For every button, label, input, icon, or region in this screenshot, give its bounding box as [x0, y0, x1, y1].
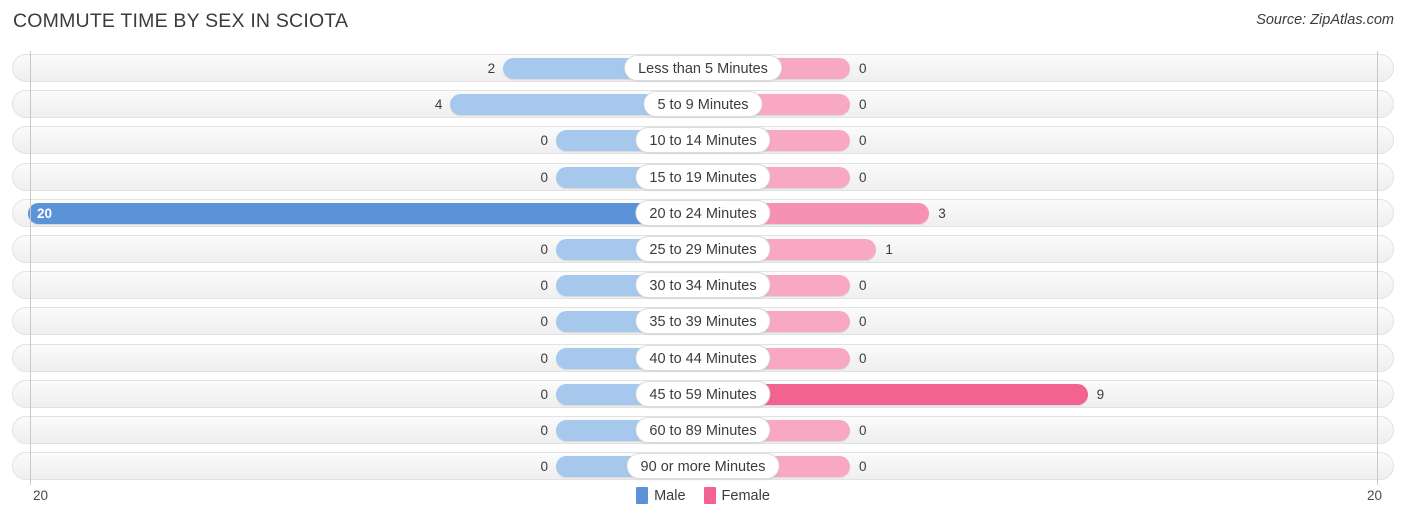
axis-line-left — [30, 51, 31, 485]
category-label-pill[interactable]: 60 to 89 Minutes — [635, 416, 771, 443]
chart-footer: 20 20 Male Female — [0, 485, 1406, 523]
female-value-label: 0 — [859, 422, 867, 438]
male-value-label: 2 — [487, 61, 496, 76]
category-label-pill[interactable]: 10 to 14 Minutes — [635, 127, 771, 154]
male-value-label: 0 — [540, 350, 548, 366]
bar-row[interactable]: 0 0 15 to 19 Minutes — [0, 160, 1406, 196]
bar-row[interactable]: 0 9 45 to 59 Minutes — [0, 377, 1406, 413]
female-value-label: 3 — [938, 205, 946, 221]
legend-label-male: Male — [654, 487, 686, 504]
category-label-pill[interactable]: 30 to 34 Minutes — [635, 272, 771, 299]
bar-row[interactable]: 0 1 25 to 29 Minutes — [0, 232, 1406, 268]
category-label-pill[interactable]: 20 to 24 Minutes — [635, 199, 771, 226]
category-label-pill[interactable]: 45 to 59 Minutes — [635, 380, 771, 407]
bar-row[interactable]: 0 0 60 to 89 Minutes — [0, 413, 1406, 449]
female-value-label: 0 — [859, 350, 867, 366]
female-value-label: 0 — [859, 97, 867, 113]
female-swatch-icon — [703, 487, 716, 504]
female-value-label: 0 — [859, 278, 867, 294]
male-value-label: 4 — [434, 97, 443, 113]
male-value-label: 0 — [540, 241, 548, 257]
chart-page: COMMUTE TIME BY SEX IN SCIOTA Source: Zi… — [0, 0, 1406, 523]
page-title: COMMUTE TIME BY SEX IN SCIOTA — [13, 10, 349, 32]
male-bar[interactable] — [28, 202, 703, 224]
legend-item-male[interactable]: Male — [636, 487, 686, 504]
chart-plot-area: 2 0 Less than 5 Minutes 4 0 5 to 9 Minutes 0 0 1… — [0, 51, 1406, 485]
bar-row[interactable]: 20 3 20 to 24 Minutes — [0, 196, 1406, 232]
chart-header: COMMUTE TIME BY SEX IN SCIOTA Source: Zi… — [0, 0, 1406, 45]
bar-row[interactable]: 2 0 Less than 5 Minutes — [0, 51, 1406, 87]
male-value-label: 0 — [540, 386, 548, 402]
source-attribution: Source: ZipAtlas.com — [1256, 12, 1394, 28]
category-label-pill[interactable]: 35 to 39 Minutes — [635, 308, 771, 335]
female-value-label: 9 — [1096, 386, 1105, 402]
male-value-label: 0 — [540, 169, 548, 185]
female-value-label: 0 — [859, 61, 867, 76]
male-value-label: 0 — [540, 459, 548, 475]
male-value-label: 0 — [540, 314, 548, 330]
category-label-pill[interactable]: 15 to 19 Minutes — [635, 163, 771, 190]
category-label-pill[interactable]: 5 to 9 Minutes — [643, 91, 763, 118]
bar-row[interactable]: 0 0 35 to 39 Minutes — [0, 304, 1406, 340]
axis-line-right — [1377, 51, 1378, 485]
female-value-label: 0 — [859, 314, 867, 330]
bar-row[interactable]: 0 0 40 to 44 Minutes — [0, 341, 1406, 377]
category-label-pill[interactable]: 25 to 29 Minutes — [635, 235, 771, 262]
bar-row[interactable]: 0 0 90 or more Minutes — [0, 449, 1406, 485]
female-value-label: 0 — [859, 459, 867, 475]
male-value-label: 0 — [540, 278, 548, 294]
bar-rows: 2 0 Less than 5 Minutes 4 0 5 to 9 Minutes 0 0 1… — [0, 51, 1406, 485]
category-label-pill[interactable]: 40 to 44 Minutes — [635, 344, 771, 371]
chart-legend: Male Female — [0, 487, 1406, 504]
male-value-label: 0 — [540, 133, 548, 149]
category-label-pill[interactable]: Less than 5 Minutes — [624, 55, 782, 81]
legend-label-female: Female — [721, 487, 770, 504]
female-value-label: 0 — [859, 169, 867, 185]
male-value-label: 20 — [37, 205, 53, 221]
female-value-label: 1 — [885, 241, 893, 257]
bar-row[interactable]: 4 0 5 to 9 Minutes — [0, 87, 1406, 123]
legend-item-female[interactable]: Female — [703, 487, 770, 504]
category-label-pill[interactable]: 90 or more Minutes — [626, 453, 780, 480]
bar-row[interactable]: 0 0 30 to 34 Minutes — [0, 268, 1406, 304]
bar-row[interactable]: 0 0 10 to 14 Minutes — [0, 123, 1406, 159]
male-value-label: 0 — [540, 422, 548, 438]
male-swatch-icon — [636, 487, 649, 504]
female-value-label: 0 — [859, 133, 867, 149]
